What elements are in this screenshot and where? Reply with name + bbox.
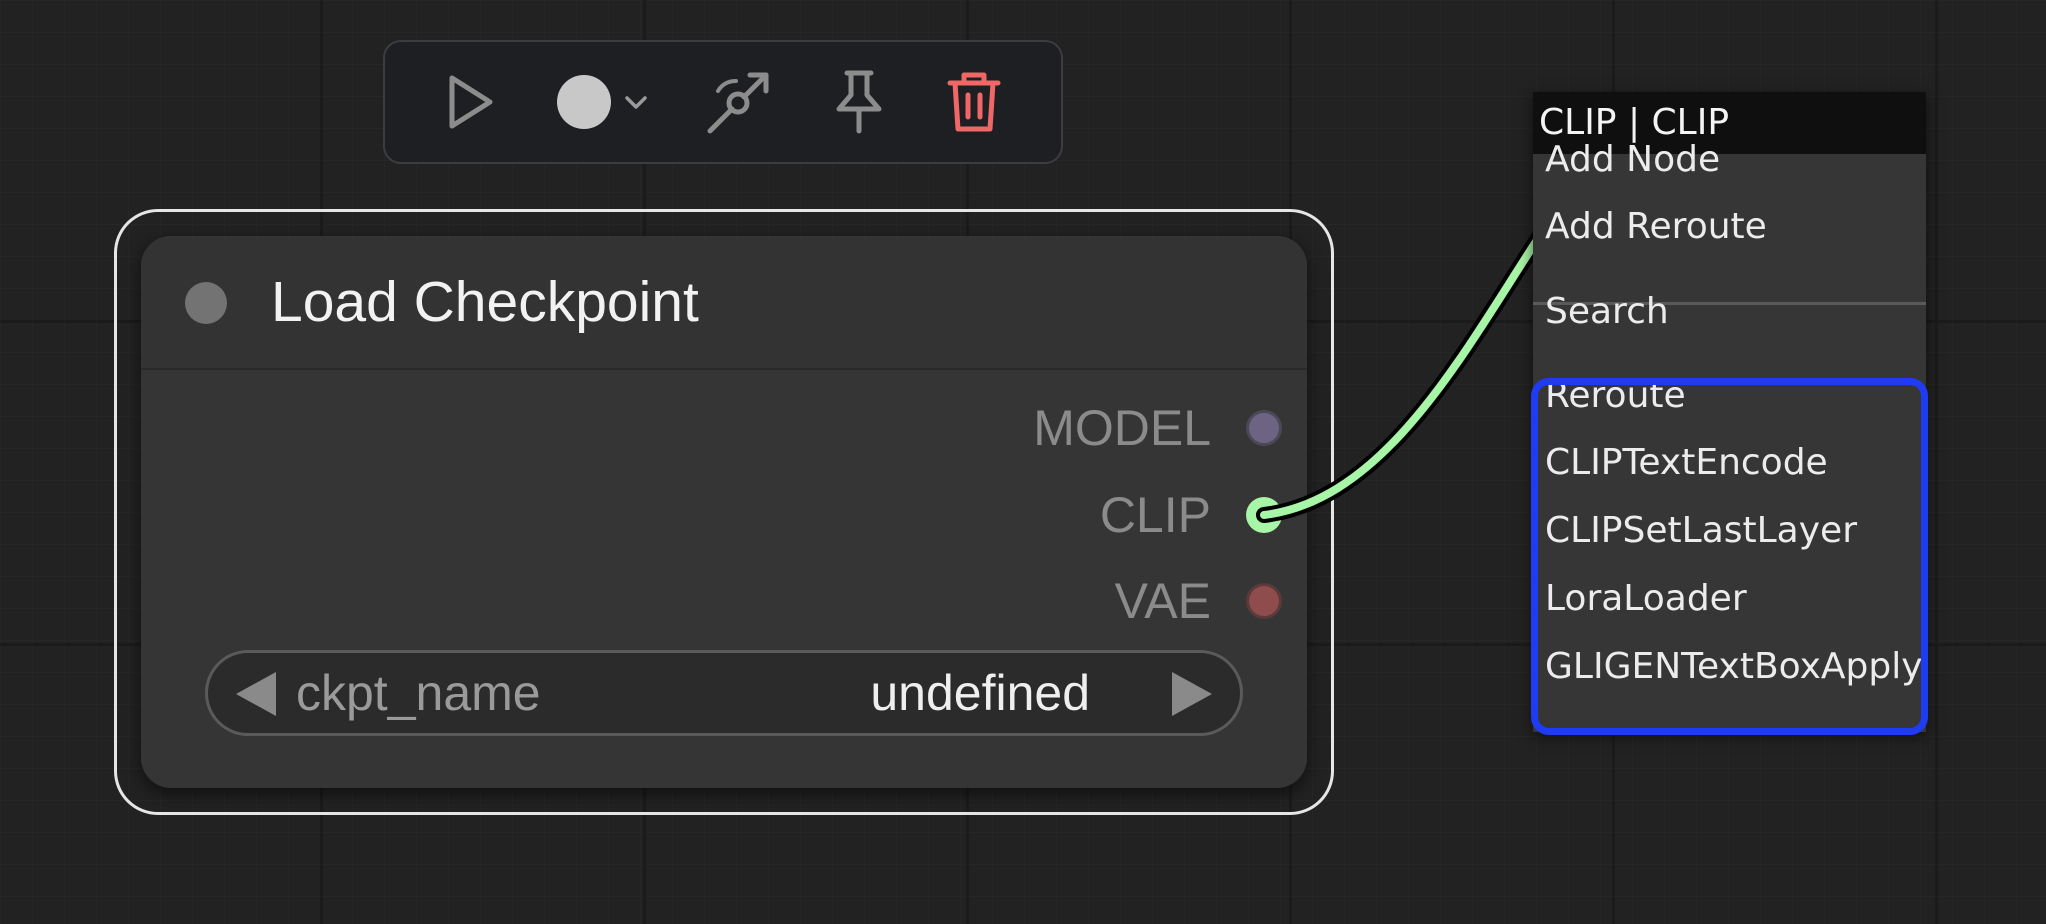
load-checkpoint-node[interactable]: Load Checkpoint MODEL CLIP VAE ckpt_name…	[141, 236, 1307, 788]
node-title: Load Checkpoint	[271, 270, 699, 334]
output-label-clip: CLIP	[1099, 487, 1211, 543]
widget-name: ckpt_name	[296, 665, 541, 721]
menu-item-cliptextencode[interactable]: CLIPTextEncode	[1533, 431, 1926, 495]
pin-icon	[836, 70, 882, 134]
pin-button[interactable]	[829, 62, 889, 142]
menu-item-clipsetlastlayer[interactable]: CLIPSetLastLayer	[1533, 499, 1926, 563]
output-label-vae: VAE	[1114, 573, 1211, 629]
menu-item-search[interactable]: Search	[1533, 280, 1926, 344]
widget-increment-arrow-icon[interactable]	[1172, 672, 1212, 716]
bypass-button[interactable]	[704, 62, 774, 142]
ckpt-name-combo-widget[interactable]: ckpt_name undefined	[205, 650, 1243, 736]
color-circle-icon	[557, 75, 612, 129]
menu-item-gligentextboxapply[interactable]: GLIGENTextBoxApply	[1533, 635, 1926, 699]
widget-value[interactable]: undefined	[870, 663, 1090, 723]
menu-item-add-node[interactable]: Add Node	[1533, 128, 1926, 192]
node-header[interactable]: Load Checkpoint	[141, 236, 1307, 370]
menu-item-add-reroute[interactable]: Add Reroute	[1533, 195, 1926, 259]
output-label-model: MODEL	[1033, 400, 1211, 456]
delete-button[interactable]	[944, 62, 1004, 142]
menu-item-reroute[interactable]: Reroute	[1533, 364, 1926, 428]
slot-context-menu: CLIP | CLIP Add Node Add Reroute Search …	[1531, 92, 1928, 735]
color-picker-button[interactable]	[553, 62, 649, 142]
node-toolbar	[383, 40, 1063, 164]
run-button[interactable]	[442, 62, 498, 142]
play-icon	[449, 75, 493, 129]
trash-icon	[947, 72, 1001, 132]
output-slot-model[interactable]	[1246, 410, 1282, 446]
menu-item-loraloader[interactable]: LoraLoader	[1533, 567, 1926, 631]
bypass-icon	[707, 72, 769, 134]
widget-decrement-arrow-icon[interactable]	[236, 672, 276, 716]
output-slot-vae[interactable]	[1246, 583, 1282, 619]
node-collapse-dot[interactable]	[185, 282, 227, 324]
chevron-down-icon	[625, 96, 647, 109]
output-slot-clip[interactable]	[1246, 497, 1282, 533]
